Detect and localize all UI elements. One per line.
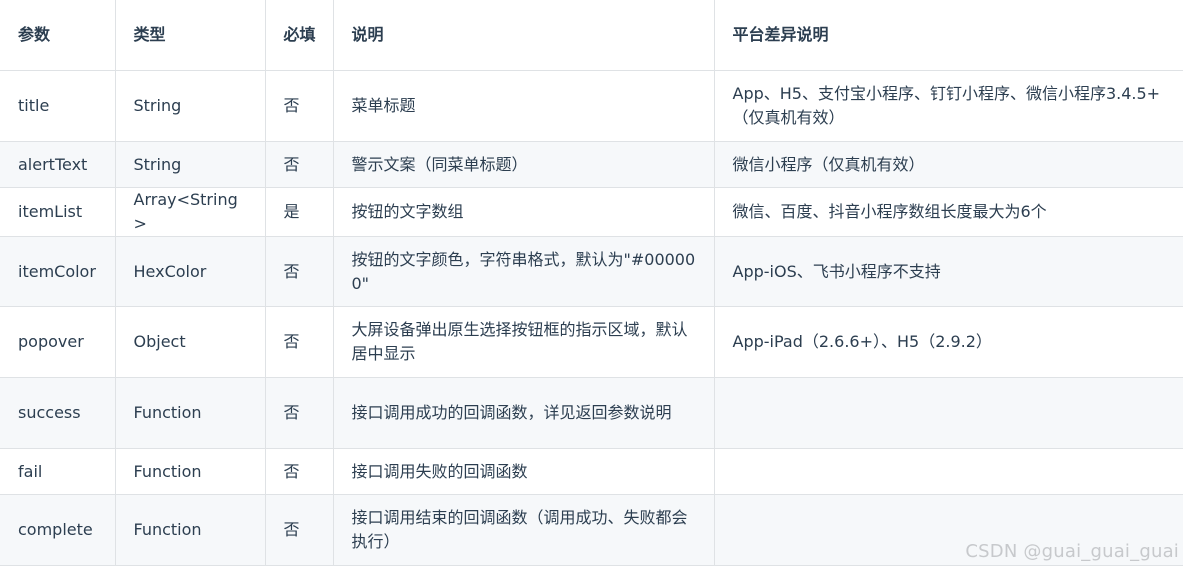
cell-description: 接口调用结束的回调函数（调用成功、失败都会执行） xyxy=(332,494,715,566)
cell-required: 否 xyxy=(264,70,334,142)
cell-param: itemList xyxy=(0,187,116,237)
header-platform-diff: 平台差异说明 xyxy=(713,0,1183,71)
cell-type: Object xyxy=(114,306,266,378)
cell-description: 按钮的文字颜色，字符串格式，默认为"#000000" xyxy=(332,236,715,307)
cell-description: 菜单标题 xyxy=(332,70,715,142)
cell-type: Function xyxy=(114,448,266,495)
cell-param: popover xyxy=(0,306,116,378)
table-header: 参数 类型 必填 说明 平台差异说明 xyxy=(0,0,1183,71)
header-param: 参数 xyxy=(0,0,116,71)
cell-platform-diff: 微信小程序（仅真机有效） xyxy=(713,141,1183,188)
cell-platform-diff: App、H5、支付宝小程序、钉钉小程序、微信小程序3.4.5+（仅真机有效） xyxy=(713,70,1183,142)
header-type: 类型 xyxy=(114,0,266,71)
cell-param: itemColor xyxy=(0,236,116,307)
cell-description: 接口调用失败的回调函数 xyxy=(332,448,715,495)
cell-platform-diff: App-iOS、飞书小程序不支持 xyxy=(713,236,1183,307)
cell-required: 否 xyxy=(264,236,334,307)
table-row: popover Object 否 大屏设备弹出原生选择按钮框的指示区域，默认居中… xyxy=(0,306,1183,378)
cell-description: 警示文案（同菜单标题） xyxy=(332,141,715,188)
cell-type: Function xyxy=(114,377,266,449)
header-description: 说明 xyxy=(332,0,715,71)
cell-required: 否 xyxy=(264,448,334,495)
cell-platform-diff xyxy=(713,448,1183,495)
params-table: 参数 类型 必填 说明 平台差异说明 title String 否 菜单标题 A… xyxy=(0,0,1183,566)
cell-required: 是 xyxy=(264,187,334,237)
cell-param: fail xyxy=(0,448,116,495)
cell-required: 否 xyxy=(264,377,334,449)
table-body: title String 否 菜单标题 App、H5、支付宝小程序、钉钉小程序、… xyxy=(0,70,1183,566)
table-row: itemColor HexColor 否 按钮的文字颜色，字符串格式，默认为"#… xyxy=(0,236,1183,307)
cell-platform-diff: 微信、百度、抖音小程序数组长度最大为6个 xyxy=(713,187,1183,237)
cell-required: 否 xyxy=(264,494,334,566)
cell-platform-diff: App-iPad（2.6.6+）、H5（2.9.2） xyxy=(713,306,1183,378)
table-row: fail Function 否 接口调用失败的回调函数 xyxy=(0,448,1183,495)
cell-description: 大屏设备弹出原生选择按钮框的指示区域，默认居中显示 xyxy=(332,306,715,378)
cell-param: complete xyxy=(0,494,116,566)
header-required: 必填 xyxy=(264,0,334,71)
page: 参数 类型 必填 说明 平台差异说明 title String 否 菜单标题 A… xyxy=(0,0,1183,568)
cell-type: HexColor xyxy=(114,236,266,307)
cell-type: Array<String> xyxy=(114,187,266,237)
cell-param: alertText xyxy=(0,141,116,188)
watermark: CSDN @guai_guai_guai xyxy=(965,541,1179,562)
header-row: 参数 类型 必填 说明 平台差异说明 xyxy=(0,0,1183,71)
cell-platform-diff xyxy=(713,377,1183,449)
cell-description: 按钮的文字数组 xyxy=(332,187,715,237)
table-row: title String 否 菜单标题 App、H5、支付宝小程序、钉钉小程序、… xyxy=(0,70,1183,142)
cell-type: String xyxy=(114,70,266,142)
cell-type: String xyxy=(114,141,266,188)
cell-description: 接口调用成功的回调函数，详见返回参数说明 xyxy=(332,377,715,449)
cell-param: title xyxy=(0,70,116,142)
cell-required: 否 xyxy=(264,141,334,188)
cell-type: Function xyxy=(114,494,266,566)
cell-required: 否 xyxy=(264,306,334,378)
table-row: alertText String 否 警示文案（同菜单标题） 微信小程序（仅真机… xyxy=(0,141,1183,188)
table-row: success Function 否 接口调用成功的回调函数，详见返回参数说明 xyxy=(0,377,1183,449)
cell-param: success xyxy=(0,377,116,449)
table-row: itemList Array<String> 是 按钮的文字数组 微信、百度、抖… xyxy=(0,187,1183,237)
